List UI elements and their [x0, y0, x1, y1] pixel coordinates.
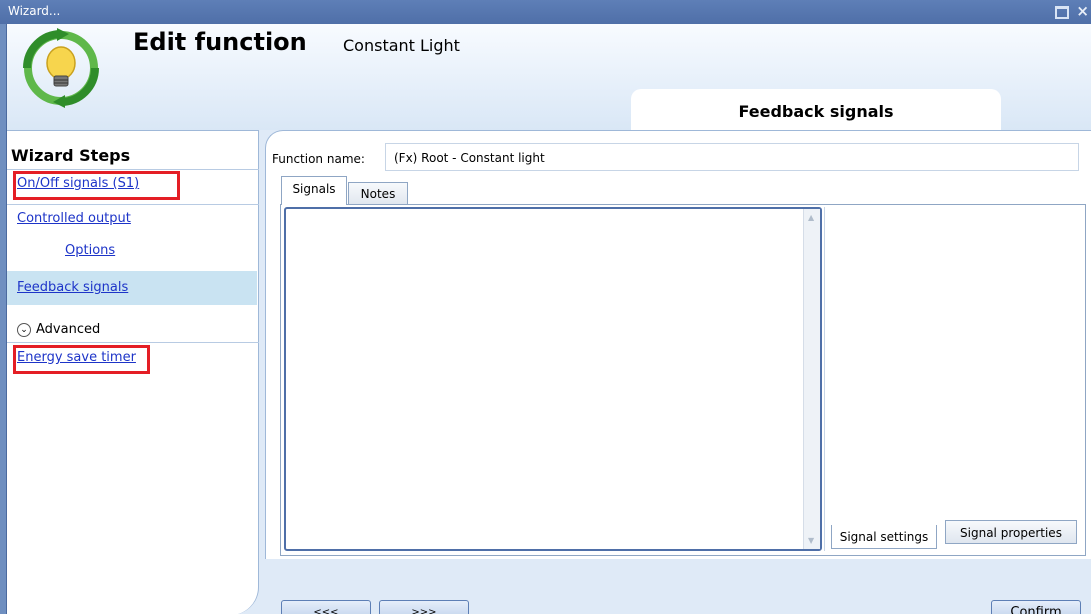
next-button[interactable]: >>> — [379, 600, 469, 614]
tab-signals[interactable]: Signals — [281, 176, 347, 205]
main-content: Function name: (Fx) Root - Constant ligh… — [259, 130, 1091, 614]
signal-details-pane: Signal settings Signal properties — [824, 207, 1084, 551]
title-bar: Wizard... × — [0, 0, 1091, 24]
current-step-tab: Feedback signals — [631, 89, 1001, 130]
tab-signal-properties[interactable]: Signal properties — [945, 520, 1077, 544]
wizard-steps-sidebar: Wizard Steps On/Off signals (S1) Control… — [7, 130, 259, 614]
signals-tab-area: ▲ ▼ Signal settings Signal properties — [280, 204, 1086, 556]
confirm-button[interactable]: Confirm — [991, 600, 1081, 614]
wizard-steps-panel: Wizard Steps On/Off signals (S1) Control… — [7, 131, 259, 614]
lightbulb-cycle-icon — [23, 28, 99, 108]
divider — [7, 169, 259, 170]
function-type-label: Constant Light — [343, 36, 460, 55]
tab-signal-settings[interactable]: Signal settings — [831, 525, 937, 549]
tab-notes[interactable]: Notes — [348, 182, 408, 204]
header: Edit function Constant Light Feedback si… — [7, 24, 1091, 130]
scroll-down-icon[interactable]: ▼ — [808, 536, 814, 545]
edit-function-title: Edit function — [133, 28, 307, 56]
vertical-scrollbar[interactable]: ▲ ▼ — [803, 209, 820, 549]
step-options[interactable]: Options — [65, 243, 115, 258]
advanced-expander[interactable]: ⌄ Advanced — [17, 322, 100, 337]
wizard-window: Wizard... × Edit function Constant Light… — [0, 0, 1091, 614]
wizard-steps-title: Wizard Steps — [11, 146, 131, 165]
scroll-up-icon[interactable]: ▲ — [808, 213, 814, 222]
step-controlled-output[interactable]: Controlled output — [17, 211, 131, 226]
window-title: Wizard... — [8, 4, 61, 18]
function-name-label: Function name: — [272, 152, 365, 166]
chevron-down-icon: ⌄ — [17, 322, 31, 337]
function-name-input[interactable]: (Fx) Root - Constant light — [385, 143, 1079, 171]
close-icon[interactable]: × — [1076, 2, 1089, 20]
advanced-label: Advanced — [36, 322, 101, 337]
highlight-box — [13, 345, 150, 374]
signals-list[interactable]: ▲ ▼ — [284, 207, 822, 551]
highlight-box — [13, 171, 180, 200]
content-panel: Function name: (Fx) Root - Constant ligh… — [265, 130, 1091, 559]
step-feedback-signals[interactable]: Feedback signals — [7, 271, 257, 305]
divider — [7, 204, 259, 205]
previous-button[interactable]: <<< — [281, 600, 371, 614]
divider — [7, 342, 259, 343]
wizard-client: Edit function Constant Light Feedback si… — [6, 24, 1091, 614]
maximize-icon[interactable] — [1055, 6, 1069, 19]
